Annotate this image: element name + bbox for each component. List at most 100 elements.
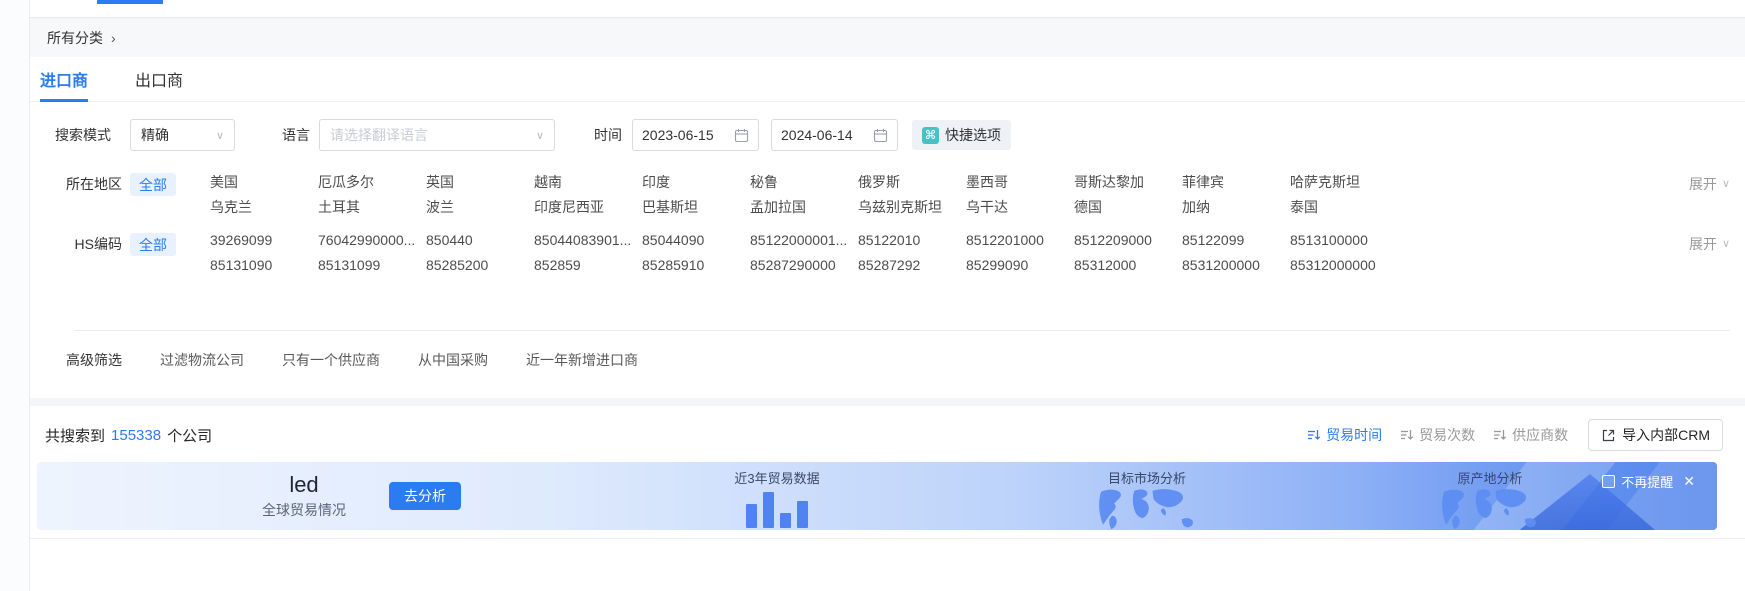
sort-trade-time-label: 贸易时间 [1326, 425, 1382, 445]
results-list-divider [30, 538, 1745, 539]
chevron-down-icon: ∨ [1722, 232, 1730, 257]
region-item[interactable]: 土耳其 [318, 197, 426, 222]
region-item[interactable]: 秘鲁 [750, 172, 858, 197]
region-item[interactable]: 英国 [426, 172, 534, 197]
search-keyword: led [229, 472, 379, 498]
hs-all-tag[interactable]: 全部 [130, 233, 176, 256]
hs-code-item[interactable]: 85287292 [858, 257, 966, 282]
sort-trade-time[interactable]: 贸易时间 [1307, 425, 1382, 445]
sort-icon [1400, 428, 1414, 442]
region-item[interactable]: 越南 [534, 172, 642, 197]
region-item[interactable]: 巴基斯坦 [642, 197, 750, 222]
language-label: 语言 [282, 125, 310, 145]
region-item[interactable]: 乌干达 [966, 197, 1074, 222]
world-map-icon [1431, 488, 1549, 530]
language-placeholder: 请选择翻译语言 [330, 125, 428, 145]
hs-code-item[interactable]: 76042990000... [318, 232, 426, 257]
region-item[interactable]: 加纳 [1182, 197, 1290, 222]
tab-importers[interactable]: 进口商 [40, 57, 88, 102]
close-banner-icon[interactable]: ✕ [1683, 473, 1695, 490]
region-item[interactable]: 德国 [1074, 197, 1182, 222]
region-item[interactable]: 俄罗斯 [858, 172, 966, 197]
region-item[interactable]: 美国 [210, 172, 318, 197]
tab-importers-label: 进口商 [40, 67, 88, 91]
hs-code-item[interactable]: 8512209000 [1074, 232, 1182, 257]
active-tab-underline [97, 0, 163, 4]
region-item[interactable]: 孟加拉国 [750, 197, 858, 222]
hs-code-item[interactable]: 85299090 [966, 257, 1074, 282]
import-icon [1601, 428, 1616, 443]
region-item[interactable]: 印度 [642, 172, 750, 197]
results-count-number: 155338 [111, 427, 161, 444]
hs-code-item[interactable]: 39269099 [210, 232, 318, 257]
hs-code-item[interactable]: 850440 [426, 232, 534, 257]
hs-code-item[interactable]: 85312000 [1074, 257, 1182, 282]
region-grid: 美国 厄瓜多尔 英国 越南 印度 秘鲁 俄罗斯 墨西哥 哥斯达黎加 菲律宾 哈萨… [210, 172, 1689, 222]
quick-options-button[interactable]: ⌘ 快捷选项 [912, 120, 1011, 150]
analysis-banner: led 全球贸易情况 去分析 近3年贸易数据 目标市场分析 [37, 462, 1717, 530]
hs-code-item[interactable]: 85122099 [1182, 232, 1290, 257]
hs-code-item[interactable]: 8531200000 [1182, 257, 1290, 282]
hs-code-item[interactable]: 85131099 [318, 257, 426, 282]
hs-code-item[interactable]: 85285200 [426, 257, 534, 282]
hs-code-item[interactable]: 85287290000 [750, 257, 858, 282]
sort-icon [1307, 428, 1321, 442]
start-date-input[interactable]: 2023-06-15 [632, 119, 759, 151]
hs-code-item[interactable]: 85122010 [858, 232, 966, 257]
search-mode-label: 搜索模式 [55, 125, 121, 145]
results-card: 共搜索到 155338 个公司 贸易时间 贸易次数 供应商数 [30, 406, 1745, 591]
tab-exporters[interactable]: 出口商 [135, 57, 183, 102]
left-gutter [0, 0, 30, 591]
filters-card: 进口商 出口商 搜索模式 精确 ∨ 语言 请选择翻译语言 ∨ 时间 2023-0… [30, 57, 1745, 398]
end-date-value: 2024-06-14 [781, 127, 853, 143]
region-item[interactable]: 厄瓜多尔 [318, 172, 426, 197]
dont-remind-label: 不再提醒 [1621, 472, 1673, 491]
new-importers-option[interactable]: 近一年新增进口商 [526, 350, 638, 370]
banner-card-title: 近3年贸易数据 [682, 468, 872, 487]
analyze-button[interactable]: 去分析 [389, 482, 461, 510]
region-item[interactable]: 印度尼西亚 [534, 197, 642, 222]
region-item[interactable]: 乌克兰 [210, 197, 318, 222]
region-item[interactable]: 墨西哥 [966, 172, 1074, 197]
import-crm-button[interactable]: 导入内部CRM [1588, 419, 1723, 451]
region-item[interactable]: 菲律宾 [1182, 172, 1290, 197]
region-expand-button[interactable]: 展开 ∨ [1689, 172, 1730, 197]
keyword-subtitle: 全球贸易情况 [229, 500, 379, 520]
results-count-suffix: 个公司 [167, 425, 212, 446]
calendar-icon [873, 128, 888, 143]
hs-expand-button[interactable]: 展开 ∨ [1689, 232, 1730, 257]
results-controls: 贸易时间 贸易次数 供应商数 导入内部CRM [1307, 419, 1723, 451]
region-item[interactable]: 波兰 [426, 197, 534, 222]
hs-code-item[interactable]: 85122000001... [750, 232, 858, 257]
region-item[interactable]: 泰国 [1290, 197, 1398, 222]
single-supplier-option[interactable]: 只有一个供应商 [282, 350, 380, 370]
hs-code-item[interactable]: 8513100000 [1290, 232, 1398, 257]
end-date-input[interactable]: 2024-06-14 [771, 119, 898, 151]
hs-code-filter-row: HS编码 全部 39269099 76042990000... 850440 8… [55, 232, 1730, 282]
region-filter-row: 所在地区 全部 美国 厄瓜多尔 英国 越南 印度 秘鲁 俄罗斯 墨西哥 哥斯达黎… [55, 172, 1730, 222]
buy-from-china-option[interactable]: 从中国采购 [418, 350, 488, 370]
region-item[interactable]: 哈萨克斯坦 [1290, 172, 1398, 197]
sort-icon [1493, 428, 1507, 442]
hs-code-label: HS编码 [55, 232, 122, 257]
search-mode-select[interactable]: 精确 ∨ [130, 119, 235, 151]
banner-card-origin: 原产地分析 [1395, 468, 1585, 530]
hs-code-item[interactable]: 85044083901... [534, 232, 642, 257]
hs-code-grid: 39269099 76042990000... 850440 850440839… [210, 232, 1689, 282]
sort-supplier-count[interactable]: 供应商数 [1493, 425, 1568, 445]
sort-trade-count[interactable]: 贸易次数 [1400, 425, 1475, 445]
region-item[interactable]: 乌兹别克斯坦 [858, 197, 966, 222]
language-select[interactable]: 请选择翻译语言 ∨ [319, 119, 555, 151]
hs-code-item[interactable]: 85285910 [642, 257, 750, 282]
hs-code-item[interactable]: 8512201000 [966, 232, 1074, 257]
search-form-row: 搜索模式 精确 ∨ 语言 请选择翻译语言 ∨ 时间 2023-06-15 202… [55, 119, 1745, 151]
hs-code-item[interactable]: 85312000000 [1290, 257, 1398, 282]
filter-logistics-option[interactable]: 过滤物流公司 [160, 350, 244, 370]
dont-remind-checkbox[interactable] [1602, 475, 1615, 488]
region-item[interactable]: 哥斯达黎加 [1074, 172, 1182, 197]
region-all-tag[interactable]: 全部 [130, 173, 176, 196]
hs-code-item[interactable]: 85044090 [642, 232, 750, 257]
breadcrumb[interactable]: 所有分类 › [30, 19, 1745, 57]
hs-code-item[interactable]: 852859 [534, 257, 642, 282]
hs-code-item[interactable]: 85131090 [210, 257, 318, 282]
